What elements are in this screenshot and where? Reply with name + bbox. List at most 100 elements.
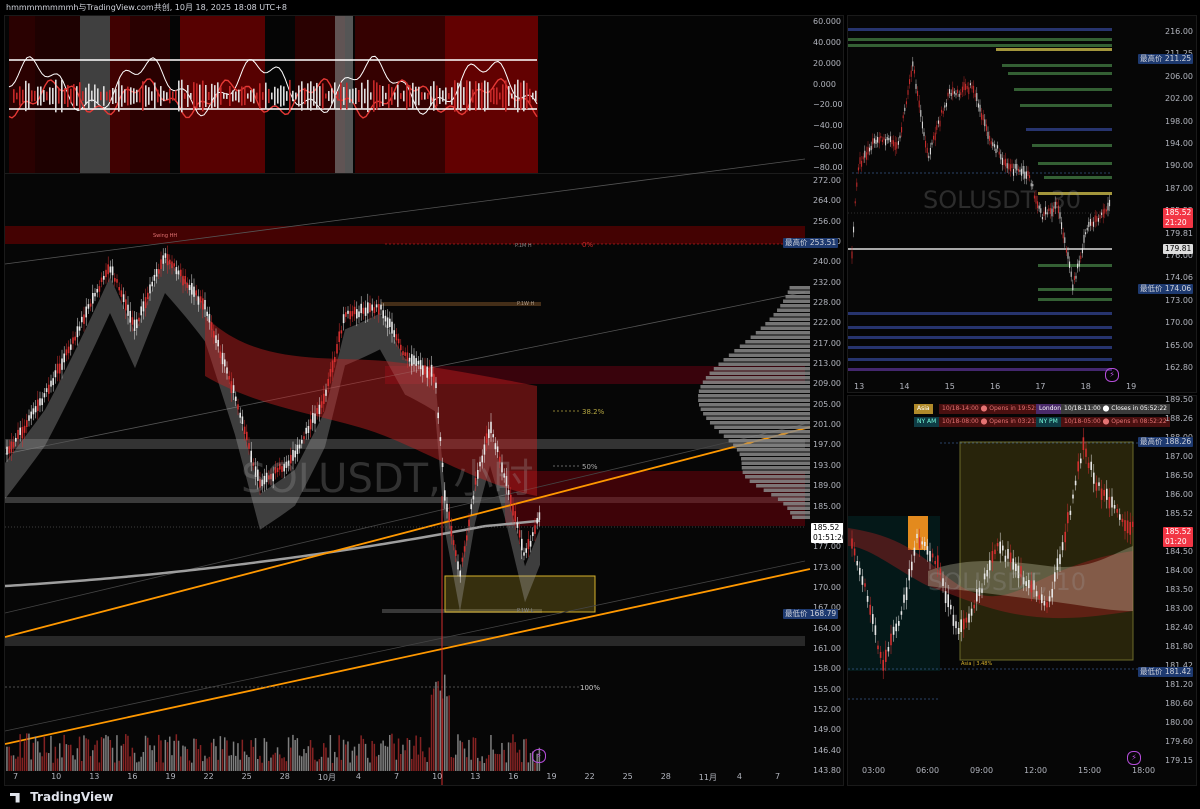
price-axis-label: 0.000 bbox=[813, 79, 836, 89]
price-axis-label: 179.60 bbox=[1165, 737, 1193, 746]
price-axis-label: 232.00 bbox=[813, 277, 841, 287]
time-axis-label: 16 bbox=[990, 382, 1001, 391]
price-axis-label: 173.00 bbox=[1165, 295, 1193, 305]
price-axis-label: 256.00 bbox=[813, 216, 841, 226]
time-axis-label: 16 bbox=[508, 772, 519, 781]
price-axis-label: 189.00 bbox=[813, 481, 841, 491]
time-axis-label: 06:00 bbox=[916, 766, 940, 775]
right-top-high-tag: 最高价 211.25 bbox=[1138, 54, 1194, 64]
time-axis-label: 09:00 bbox=[970, 766, 994, 775]
swing-hh-label: Swing HH bbox=[153, 233, 177, 239]
right-top-level-tag: 179.81 bbox=[1163, 244, 1194, 254]
footer bbox=[0, 786, 1200, 809]
right-bottom-price-axis[interactable]: 189.50188.26188.00187.00186.50186.00185.… bbox=[1163, 396, 1196, 771]
time-axis-label: 7 bbox=[13, 772, 19, 781]
fib-50-label: 50% bbox=[582, 463, 598, 471]
time-axis-label: 03:00 bbox=[862, 766, 886, 775]
p1w-l-label: P.1W L bbox=[517, 608, 534, 614]
price-axis-label: 180.00 bbox=[1165, 718, 1193, 727]
price-axis-label: 181.80 bbox=[1165, 642, 1193, 651]
main-chart-canvas[interactable]: 0% 38.2% 50% 100% Swing HH P.1M H P.1W H… bbox=[5, 16, 844, 786]
price-axis-label: 179.81 bbox=[1165, 228, 1193, 238]
right-top-time-axis[interactable]: 13 14 15 16 17 18 19 bbox=[848, 382, 1148, 392]
price-axis-label: 228.00 bbox=[813, 298, 841, 308]
price-axis-label: 209.00 bbox=[813, 379, 841, 389]
price-axis-label: 170.00 bbox=[813, 582, 841, 592]
session-london-name: London bbox=[1036, 404, 1064, 414]
price-axis-label: 60.000 bbox=[813, 17, 841, 26]
price-axis-label: 155.00 bbox=[813, 684, 841, 694]
price-axis-label: 149.00 bbox=[813, 725, 841, 735]
main-chart-panel[interactable]: 0% 38.2% 50% 100% Swing HH P.1M H P.1W H… bbox=[4, 15, 844, 786]
time-axis-label: 10 bbox=[432, 772, 443, 781]
price-axis-label: 205.00 bbox=[813, 399, 841, 409]
right-bottom-chart-panel[interactable]: Asia | 3.48% Asia 10/18-14:00 ⬤ Opens in… bbox=[847, 395, 1197, 786]
time-axis-label: 12:00 bbox=[1024, 766, 1048, 775]
price-axis-label: 197.00 bbox=[813, 440, 841, 450]
price-axis-label: 222.00 bbox=[813, 318, 841, 328]
session-nyam-info: 10/18-08:00 ⬤ Opens in 03:21:22 bbox=[939, 417, 1048, 427]
price-axis-label: 174.06 bbox=[1165, 273, 1193, 283]
time-axis-label: 28 bbox=[279, 772, 290, 781]
price-axis-label: 187.00 bbox=[1165, 452, 1193, 461]
fib-382-label: 38.2% bbox=[582, 408, 605, 416]
price-axis-label: 146.40 bbox=[813, 745, 841, 755]
main-price-axis[interactable]: 272.00264.00256.00248.00240.00232.00228.… bbox=[811, 173, 843, 775]
time-axis-label: 22 bbox=[584, 772, 595, 781]
price-axis-label: −40.000 bbox=[813, 121, 843, 131]
price-axis-label: 40.000 bbox=[813, 37, 841, 47]
right-bottom-symbol-watermark: SOLUSDT, 10 bbox=[928, 568, 1087, 596]
p1m-h-label: P.1M H bbox=[515, 243, 532, 249]
time-axis-label: 28 bbox=[660, 772, 671, 781]
main-symbol-watermark: SOLUSDT, 小时 bbox=[241, 456, 534, 502]
time-axis-label: 18:00 bbox=[1132, 766, 1156, 775]
price-axis-label: 202.00 bbox=[1165, 94, 1193, 104]
price-axis-label: 183.50 bbox=[1165, 585, 1193, 594]
p1w-h-label: P.1W H bbox=[517, 301, 535, 307]
price-axis-label: 20.000 bbox=[813, 58, 841, 68]
time-axis-label: 13 bbox=[854, 382, 865, 391]
price-axis-label: 164.00 bbox=[813, 623, 841, 633]
session-london-info: 10/18-11:00 ⬤ Closes in 05:52:22 bbox=[1061, 404, 1170, 414]
time-axis-label: 10 bbox=[51, 772, 62, 781]
lightning-icon[interactable]: ⚡ bbox=[532, 749, 546, 763]
time-axis-label: 7 bbox=[775, 772, 781, 781]
price-axis-label: 183.00 bbox=[1165, 604, 1193, 613]
price-axis-label: 264.00 bbox=[813, 196, 841, 206]
lightning-icon[interactable]: ⚡ bbox=[1127, 751, 1141, 765]
time-axis-label: 16 bbox=[127, 772, 138, 781]
session-asia-name: Asia bbox=[914, 404, 933, 414]
price-axis-label: 170.00 bbox=[1165, 318, 1193, 328]
tradingview-logo-icon[interactable]: TradingView bbox=[10, 790, 113, 804]
time-axis-label: 19 bbox=[165, 772, 176, 781]
price-axis-label: 194.00 bbox=[1165, 139, 1193, 148]
time-axis-label: 4 bbox=[736, 772, 742, 781]
time-axis-label: 19 bbox=[546, 772, 557, 781]
price-axis-label: 184.00 bbox=[1165, 566, 1193, 575]
price-axis-label: 179.15 bbox=[1165, 756, 1193, 765]
fib-0-label: 0% bbox=[582, 241, 593, 249]
time-axis-label: 7 bbox=[394, 772, 400, 781]
price-axis-label: 217.00 bbox=[813, 338, 841, 348]
oscillator-price-axis[interactable]: 60.000 40.000 20.000 0.000 −20.000 −40.000 −60… bbox=[811, 16, 843, 173]
right-top-price-axis[interactable]: 216.00211.25206.00202.00198.00194.00190.… bbox=[1163, 16, 1196, 378]
price-axis-label: −20.000 bbox=[813, 100, 843, 110]
time-axis-label: 19 bbox=[1126, 382, 1137, 391]
price-axis-label: 186.50 bbox=[1165, 471, 1193, 480]
right-top-low-tag: 最低价 174.06 bbox=[1138, 284, 1194, 294]
price-axis-label: −80.000 bbox=[813, 163, 843, 172]
time-axis-label: 15 bbox=[944, 382, 955, 391]
right-top-chart-panel[interactable]: SOLUSDT, 30 216.00211.25206.00202.00198.… bbox=[847, 15, 1197, 393]
right-bottom-low-tag: 最低价 181.42 bbox=[1138, 667, 1194, 677]
time-axis-label: 13 bbox=[89, 772, 100, 781]
right-bottom-time-axis[interactable]: 03:00 06:00 09:00 12:00 15:00 18:00 bbox=[848, 766, 1155, 778]
session-nyam-name: NY AM bbox=[914, 417, 940, 427]
time-axis-label: 17 bbox=[1035, 382, 1046, 391]
price-axis-label: 162.80 bbox=[1165, 363, 1193, 372]
main-time-axis[interactable]: 7 10 13 16 19 22 25 28 10月 4 7 10 13 16 19 22 25 28 11月 4 7 bbox=[5, 772, 805, 785]
time-axis-label: 15:00 bbox=[1078, 766, 1102, 775]
lightning-icon[interactable]: ⚡ bbox=[1105, 368, 1119, 382]
price-axis-label: 240.00 bbox=[813, 257, 841, 267]
price-axis-label: 185.00 bbox=[813, 501, 841, 511]
time-axis-label: 25 bbox=[241, 772, 252, 781]
